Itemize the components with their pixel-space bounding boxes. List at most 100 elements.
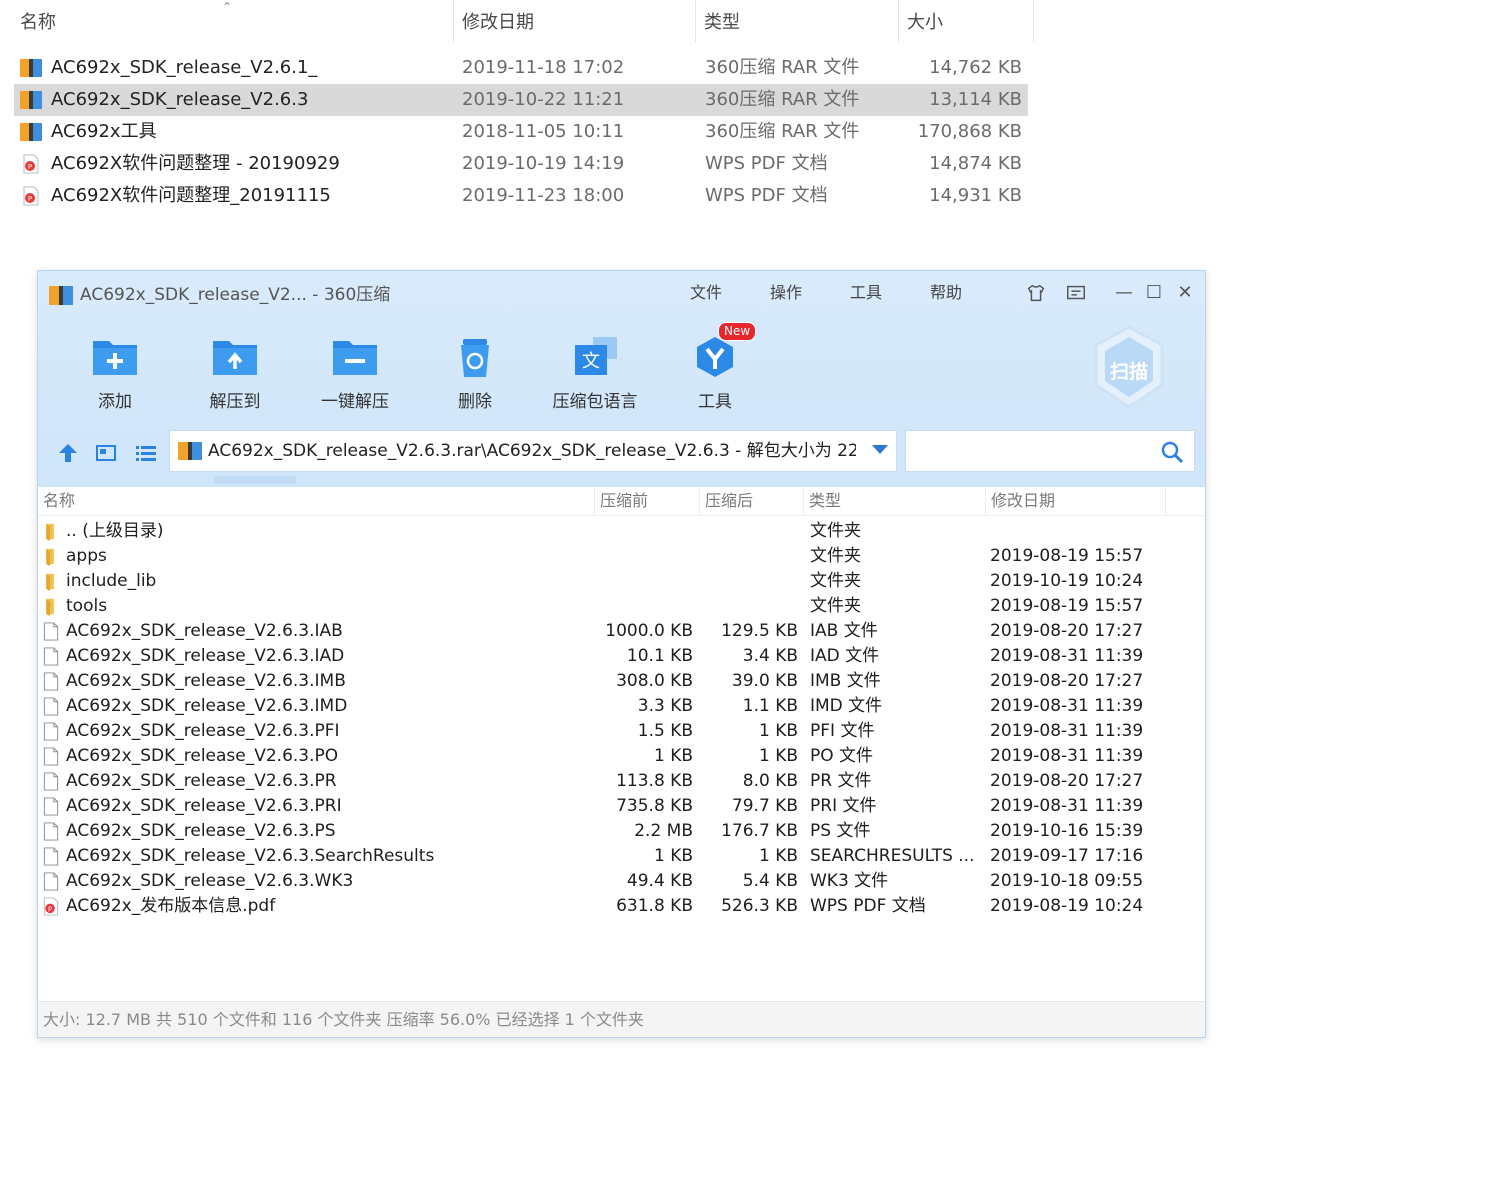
delete-button[interactable]: 删除 bbox=[420, 329, 530, 419]
extract-to-button[interactable]: 解压到 bbox=[180, 329, 290, 419]
table-row[interactable]: AC692x_SDK_release_V2.6.3.IMD 3.3 KB 1.1 K… bbox=[38, 694, 1205, 719]
col-size[interactable]: 大小 bbox=[899, 0, 1034, 42]
col-after[interactable]: 压缩后 bbox=[700, 487, 804, 515]
search-input[interactable] bbox=[905, 430, 1195, 472]
file-size: 170,868 KB bbox=[917, 121, 1022, 142]
entry-size-before: 308.0 KB bbox=[616, 671, 693, 691]
maximize-icon[interactable]: ☐ bbox=[1140, 279, 1168, 307]
path-bar[interactable]: AC692x_SDK_release_V2.6.3.rar\AC692x_SDK… bbox=[169, 430, 897, 472]
explorer-file-list: 名称 ⌃ 修改日期 类型 大小 AC692x_SDK_release_V2.6.… bbox=[0, 0, 1489, 260]
entry-type: PS 文件 bbox=[810, 821, 871, 841]
file-name: AC692X软件问题整理 - 20190929 bbox=[51, 153, 340, 174]
explorer-row[interactable]: AC692x_SDK_release_V2.6.1_ 2019-11-18 17:… bbox=[14, 52, 1028, 84]
col-date[interactable]: 修改日期 bbox=[986, 487, 1166, 515]
entry-type: IAB 文件 bbox=[810, 621, 878, 641]
entry-name: AC692x_发布版本信息.pdf bbox=[66, 896, 276, 916]
entry-name: apps bbox=[66, 546, 107, 566]
file-name: AC692x_SDK_release_V2.6.1_ bbox=[51, 57, 318, 78]
up-arrow-icon[interactable] bbox=[56, 441, 80, 465]
rar-archive-icon bbox=[178, 442, 202, 460]
add-button[interactable]: 添加 bbox=[60, 329, 170, 419]
pdf-icon: P bbox=[43, 897, 59, 916]
entry-size-after: 176.7 KB bbox=[721, 821, 798, 841]
table-row[interactable]: AC692x_SDK_release_V2.6.3.IAD 10.1 KB 3.4 … bbox=[38, 644, 1205, 669]
table-row[interactable]: apps 文件夹 2019-08-19 15:57 bbox=[38, 544, 1205, 569]
table-row[interactable]: AC692x_SDK_release_V2.6.3.IAB 1000.0 KB 12… bbox=[38, 619, 1205, 644]
col-before[interactable]: 压缩前 bbox=[595, 487, 700, 515]
table-row[interactable]: AC692x_SDK_release_V2.6.3.PR 113.8 KB 8.0 … bbox=[38, 769, 1205, 794]
table-row[interactable]: AC692x_SDK_release_V2.6.3.WK3 49.4 KB 5.4 … bbox=[38, 869, 1205, 894]
col-date[interactable]: 修改日期 bbox=[454, 0, 696, 42]
file-icon bbox=[43, 647, 59, 666]
table-row[interactable]: AC692x_SDK_release_V2.6.3.PO 1 KB 1 KB PO 文… bbox=[38, 744, 1205, 769]
file-icon bbox=[43, 772, 59, 791]
scan-button[interactable]: 扫描 bbox=[1090, 323, 1168, 413]
scroll-indicator bbox=[214, 476, 296, 484]
rar-archive-icon bbox=[20, 90, 42, 110]
table-row[interactable]: include_lib 文件夹 2019-10-19 10:24 bbox=[38, 569, 1205, 594]
menu-operation[interactable]: 操作 bbox=[770, 279, 802, 307]
entry-date: 2019-08-19 10:24 bbox=[990, 896, 1144, 916]
thumbnail-view-icon[interactable] bbox=[94, 441, 118, 465]
entry-size-before: 10.1 KB bbox=[626, 646, 693, 666]
entry-type: SEARCHRESULTS ... bbox=[810, 846, 975, 866]
entry-size-before bbox=[595, 594, 693, 619]
feedback-icon[interactable] bbox=[1062, 279, 1090, 307]
entry-size-after: 39.0 KB bbox=[731, 671, 798, 691]
entry-date: 2019-09-17 17:16 bbox=[990, 846, 1144, 866]
col-name[interactable]: 名称 bbox=[12, 0, 454, 42]
table-row[interactable]: tools 文件夹 2019-08-19 15:57 bbox=[38, 594, 1205, 619]
pdf-icon: P bbox=[20, 186, 42, 206]
explorer-row[interactable]: P AC692X软件问题整理 - 20190929 2019-10-19 14:19… bbox=[14, 148, 1028, 180]
add-label: 添加 bbox=[98, 392, 132, 412]
search-icon[interactable] bbox=[1160, 440, 1184, 464]
entry-date bbox=[990, 519, 1166, 544]
entry-name: AC692x_SDK_release_V2.6.3.IAB bbox=[66, 621, 343, 641]
entry-size-before: 49.4 KB bbox=[626, 871, 693, 891]
menu-tools[interactable]: 工具 bbox=[850, 279, 882, 307]
explorer-row[interactable]: AC692x_SDK_release_V2.6.3 2019-10-22 11:2… bbox=[14, 84, 1028, 116]
entry-size-after bbox=[700, 544, 798, 569]
table-row[interactable]: AC692x_SDK_release_V2.6.3.IMB 308.0 KB 39.… bbox=[38, 669, 1205, 694]
menu-file[interactable]: 文件 bbox=[690, 279, 722, 307]
chevron-down-icon[interactable] bbox=[872, 445, 888, 454]
file-icon bbox=[43, 822, 59, 841]
entry-size-before bbox=[595, 544, 693, 569]
table-row[interactable]: AC692x_SDK_release_V2.6.3.PS 2.2 MB 176.7 … bbox=[38, 819, 1205, 844]
explorer-row[interactable]: AC692x工具 2018-11-05 10:11 360压缩 RAR 文件 170,… bbox=[14, 116, 1028, 148]
tools-button[interactable]: New 工具 bbox=[660, 322, 770, 419]
col-name[interactable]: 名称 bbox=[38, 487, 595, 515]
file-icon bbox=[43, 622, 59, 641]
entry-name: AC692x_SDK_release_V2.6.3.IAD bbox=[66, 646, 345, 666]
one-click-extract-button[interactable]: 一键解压 bbox=[300, 329, 410, 419]
entry-size-after: 1.1 KB bbox=[742, 696, 798, 716]
table-row[interactable]: AC692x_SDK_release_V2.6.3.PRI 735.8 KB 79.… bbox=[38, 794, 1205, 819]
entry-type: IAD 文件 bbox=[810, 646, 880, 666]
list-view-icon[interactable] bbox=[134, 441, 158, 465]
entry-size-after: 129.5 KB bbox=[721, 621, 798, 641]
one-click-extract-label: 一键解压 bbox=[321, 392, 389, 412]
entry-size-after: 1 KB bbox=[758, 721, 798, 741]
entry-name: .. (上级目录) bbox=[66, 521, 164, 541]
skin-icon[interactable] bbox=[1022, 279, 1050, 307]
table-row[interactable]: AC692x_SDK_release_V2.6.3.PFI 1.5 KB 1 KB P… bbox=[38, 719, 1205, 744]
close-icon[interactable]: ✕ bbox=[1171, 279, 1199, 307]
menu-help[interactable]: 帮助 bbox=[930, 279, 962, 307]
file-date: 2019-11-18 17:02 bbox=[462, 57, 625, 78]
svg-text:P: P bbox=[28, 163, 32, 171]
entry-type: IMB 文件 bbox=[810, 671, 881, 691]
entry-name: AC692x_SDK_release_V2.6.3.WK3 bbox=[66, 871, 354, 891]
col-type[interactable]: 类型 bbox=[804, 487, 986, 515]
table-row[interactable]: AC692x_SDK_release_V2.6.3.SearchResults 1… bbox=[38, 844, 1205, 869]
file-name: AC692x工具 bbox=[51, 121, 157, 142]
entry-size-before: 1 KB bbox=[653, 746, 693, 766]
col-type[interactable]: 类型 bbox=[696, 0, 899, 42]
entry-size-before bbox=[595, 519, 693, 544]
minimize-icon[interactable]: — bbox=[1110, 279, 1138, 307]
table-row[interactable]: .. (上级目录) 文件夹 bbox=[38, 519, 1205, 544]
entry-size-after bbox=[700, 519, 798, 544]
table-row[interactable]: P AC692x_发布版本信息.pdf 631.8 KB 526.3 KB WPS PD… bbox=[38, 894, 1205, 919]
explorer-row[interactable]: P AC692X软件问题整理_20191115 2019-11-23 18:00 WP… bbox=[14, 180, 1028, 212]
folder-icon bbox=[43, 597, 59, 616]
archive-language-button[interactable]: 文 压缩包语言 bbox=[540, 329, 650, 419]
